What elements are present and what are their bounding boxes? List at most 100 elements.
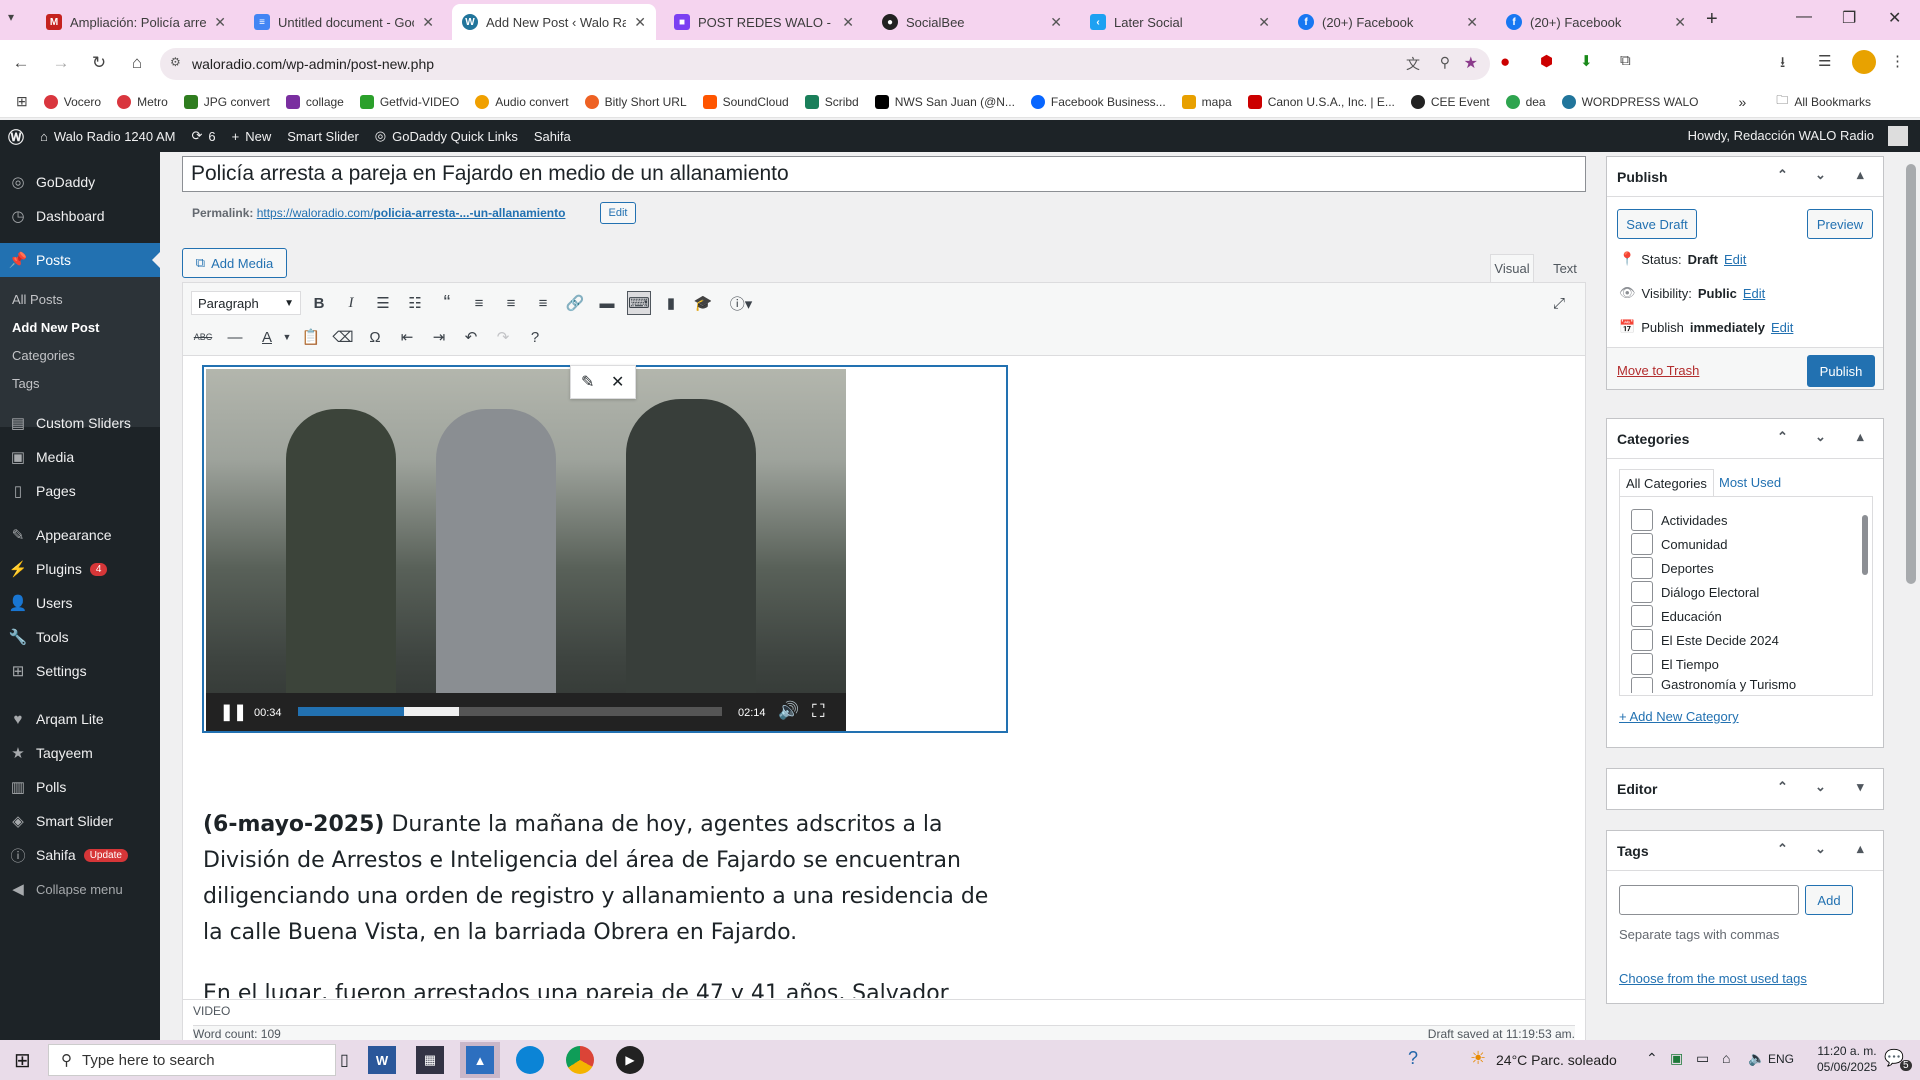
read-more-icon[interactable]: ▬ [595,291,619,315]
sidebar-item-sahifa[interactable]: ⓘ Sahifa Update [0,838,160,872]
status-edit-link[interactable]: Edit [1724,252,1746,267]
post-body-paragraph[interactable]: (6-mayo-2025) Durante la mañana de hoy, … [203,807,1013,951]
close-icon[interactable]: ✕ [611,372,624,392]
smart-slider-link[interactable]: Smart Slider [287,129,359,144]
permalink-edit-button[interactable]: Edit [600,202,636,224]
browser-tab[interactable]: f (20+) Facebook ✕ [1288,4,1488,40]
user-avatar[interactable] [1888,126,1908,146]
browser-tab[interactable]: M Ampliación: Policía arresta✕ [36,4,236,40]
pause-icon[interactable]: ❚❚ [220,702,247,722]
submenu-all-posts[interactable]: All Posts [12,292,63,307]
profile-avatar[interactable] [1852,50,1876,74]
close-tab-icon[interactable]: ✕ [1050,14,1062,31]
bold-icon[interactable]: B [307,291,331,315]
help-icon[interactable]: ? [523,325,547,349]
sahifa-link[interactable]: Sahifa [534,129,571,144]
chrome-icon[interactable] [566,1046,594,1074]
download-ext-icon[interactable]: ⬇ [1580,52,1593,70]
sidebar-item-settings[interactable]: ⊞ Settings [0,654,160,688]
weather-text[interactable]: 24°C Parc. soleado [1496,1052,1617,1068]
windows-start-icon[interactable]: ⊞ [14,1048,31,1073]
tab-search-icon[interactable]: ▾ [8,10,14,24]
downloads-icon[interactable]: ⭳ [1780,52,1785,77]
sidebar-item-taqyeem[interactable]: ★ Taqyeem [0,736,160,770]
task-view-icon[interactable]: ▯ [340,1050,349,1070]
site-name-link[interactable]: ⌂ Walo Radio 1240 AM [40,129,176,144]
godaddy-quick-links[interactable]: ◎ GoDaddy Quick Links [375,128,518,144]
blockquote-icon[interactable]: “ [435,291,459,315]
close-tab-icon[interactable]: ✕ [1466,14,1478,31]
collapse-icon[interactable]: ▴ [1857,167,1864,183]
tab-all-categories[interactable]: All Categories [1619,469,1714,497]
sidebar-item-media[interactable]: ▣ Media [0,440,160,474]
undo-icon[interactable]: ↶ [459,325,483,349]
expand-icon[interactable]: ▾ [1857,779,1864,795]
category-checkbox[interactable] [1631,509,1653,531]
tab-visual[interactable]: Visual [1490,254,1534,282]
bookmark-item[interactable]: Getfvid-VIDEO [359,94,459,109]
speaker-icon[interactable]: 🔈 [1748,1050,1765,1067]
strikethrough-icon[interactable]: ABC [191,325,215,349]
tags-input[interactable] [1619,885,1799,915]
submenu-categories[interactable]: Categories [12,348,75,363]
category-item[interactable]: Diálogo Electoral [1631,581,1759,603]
toolbar-toggle-icon[interactable]: ⌨ [627,291,651,315]
category-item[interactable]: Gastronomía y Turismo [1631,677,1796,693]
move-down-icon[interactable]: ⌄ [1815,779,1826,795]
add-new-category-link[interactable]: + Add New Category [1619,709,1739,724]
new-tab-icon[interactable]: + [1706,8,1718,31]
howdy-user[interactable]: Howdy, Redacción WALO Radio [1688,128,1874,143]
close-window-icon[interactable]: ✕ [1888,8,1901,28]
site-info-icon[interactable]: ⚙ [170,55,181,69]
redo-icon[interactable]: ↷ [491,325,515,349]
close-tab-icon[interactable]: ✕ [214,14,226,31]
text-color-dropdown-icon[interactable]: ▼ [275,325,299,349]
bookmark-item[interactable]: NWS San Juan (@N... [874,94,1015,109]
post-body-paragraph[interactable]: En el lugar, fueron arrestados una parej… [203,980,1013,998]
home-icon[interactable]: ⌂ [124,50,150,76]
bookmark-item[interactable]: dea [1505,94,1546,109]
sidebar-item-arqam[interactable]: ♥ Arqam Lite [0,702,160,736]
category-item[interactable]: El Este Decide 2024 [1631,629,1779,651]
horizontal-line-icon[interactable]: — [223,325,247,349]
category-checkbox[interactable] [1631,653,1653,675]
language-indicator[interactable]: ENG [1768,1052,1794,1066]
category-checkbox[interactable] [1631,605,1653,627]
bullet-list-icon[interactable]: ☰ [371,291,395,315]
more-bookmarks-icon[interactable]: » [1739,94,1747,110]
help-icon[interactable]: ? [1408,1048,1418,1069]
category-item[interactable]: El Tiempo [1631,653,1719,675]
align-left-icon[interactable]: ≡ [467,291,491,315]
checklist-scrollbar[interactable] [1860,497,1870,695]
bookmark-item[interactable]: WORDPRESS WALO [1561,94,1699,109]
bookmark-item[interactable]: Audio convert [475,94,569,109]
adblock-icon[interactable]: ⬢ [1540,52,1553,70]
battery-icon[interactable]: ⌂ [1722,1050,1730,1066]
move-to-trash-link[interactable]: Move to Trash [1617,363,1699,378]
edge-icon[interactable] [516,1046,544,1074]
italic-icon[interactable]: I [339,291,363,315]
restore-icon[interactable]: ❐ [1842,8,1856,28]
bookmark-item[interactable]: CEE Event [1410,94,1490,109]
apps-icon[interactable]: ⊞ [16,93,28,110]
paste-text-icon[interactable]: 📋 [299,325,323,349]
browser-tab[interactable]: ● SocialBee ✕ [872,4,1072,40]
updates-link[interactable]: ⟳ 6 [192,128,216,144]
fullscreen-icon[interactable]: ⤢ [1547,291,1571,315]
sidebar-item-tools[interactable]: 🔧 Tools [0,620,160,654]
word-icon[interactable]: W [368,1046,396,1074]
schedule-edit-link[interactable]: Edit [1771,320,1793,335]
outdent-icon[interactable]: ⇤ [395,325,419,349]
zoom-icon[interactable]: ⚲ [1440,54,1450,71]
bookmark-item[interactable]: SoundCloud [702,94,789,109]
bookmark-item[interactable]: Facebook Business... [1030,94,1166,109]
move-up-icon[interactable]: ⌃ [1777,167,1788,183]
pencil-icon[interactable]: ✎ [581,372,594,392]
shortcodes-icon[interactable]: 🎓 [691,291,715,315]
clock-time[interactable]: 11:20 a. m. [1812,1044,1882,1058]
bookmark-star-icon[interactable]: ★ [1464,53,1478,73]
close-tab-icon[interactable]: ✕ [842,14,854,31]
media-app-icon[interactable]: ▦ [416,1046,444,1074]
sidebar-item-smart-slider[interactable]: ◈ Smart Slider [0,804,160,838]
align-right-icon[interactable]: ≡ [531,291,555,315]
